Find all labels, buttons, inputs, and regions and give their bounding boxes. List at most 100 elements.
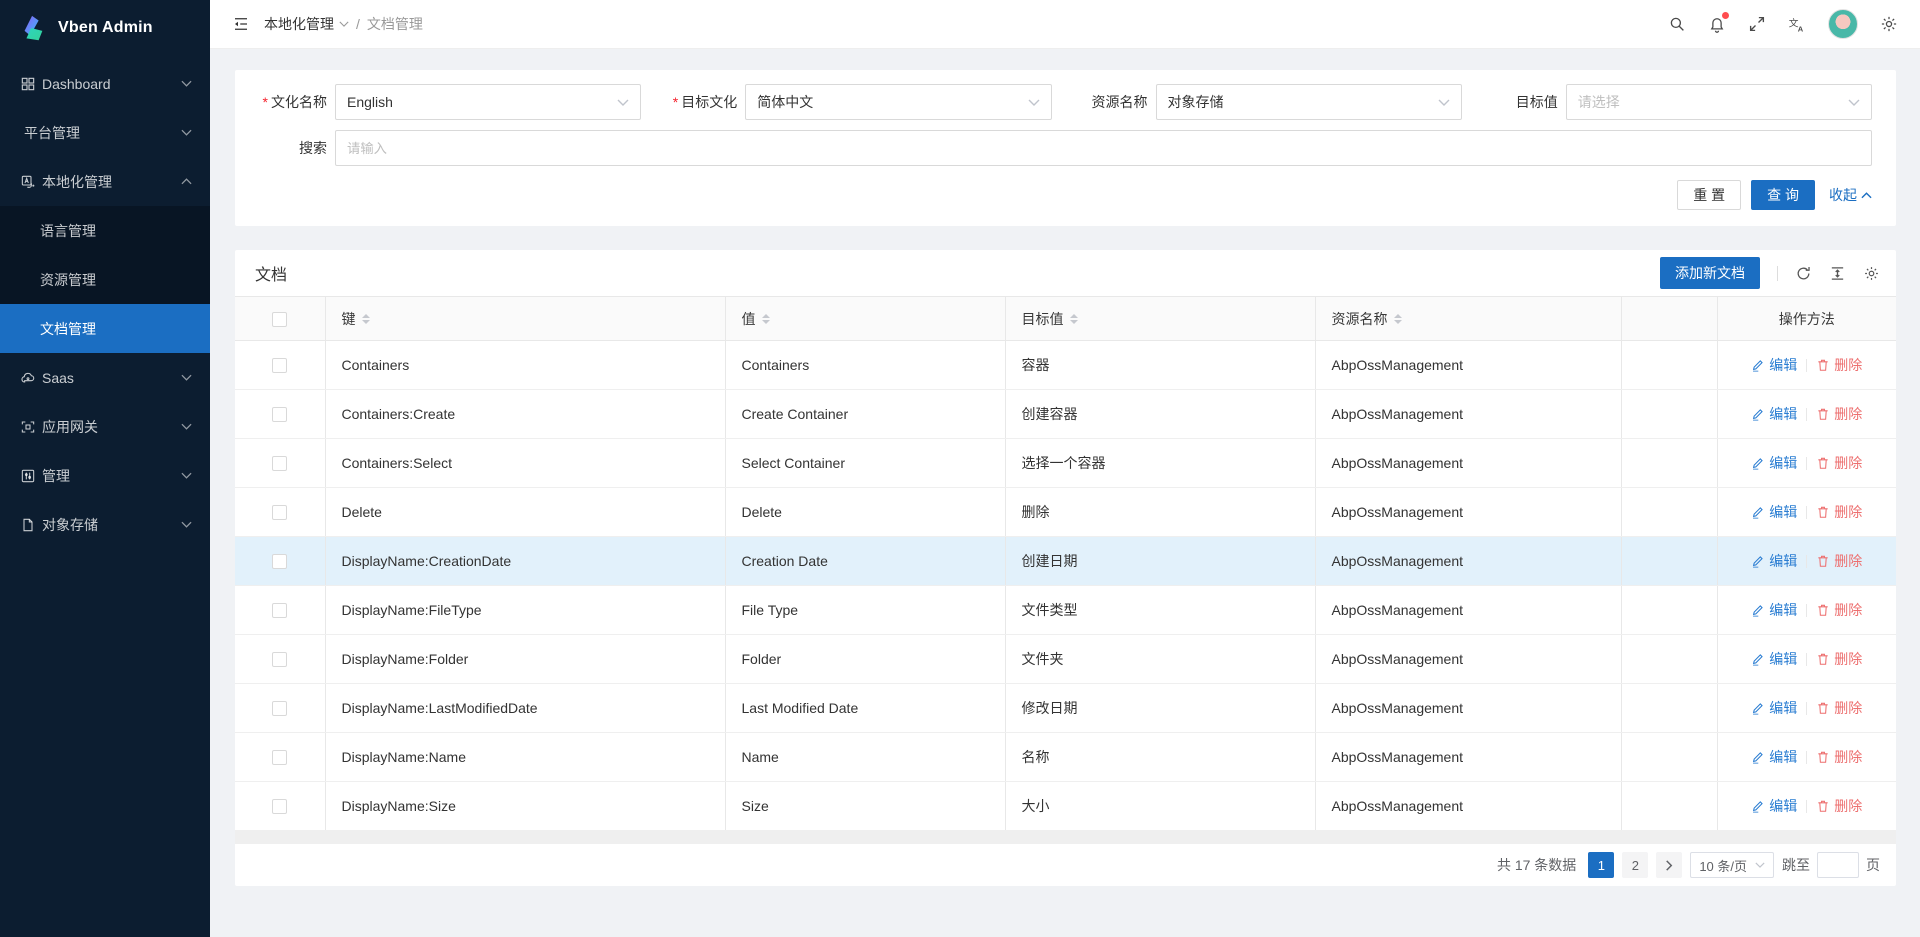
column-header-value[interactable]: 值 <box>725 297 1005 341</box>
horizontal-scrollbar[interactable] <box>235 831 1896 844</box>
edit-button[interactable]: 编辑 <box>1751 698 1797 718</box>
row-checkbox[interactable] <box>272 358 287 373</box>
sidebar-item-management[interactable]: 管理 <box>0 451 210 500</box>
breadcrumb-parent[interactable]: 本地化管理 <box>264 14 349 34</box>
edit-button[interactable]: 编辑 <box>1751 600 1797 620</box>
delete-button[interactable]: 删除 <box>1816 600 1862 620</box>
chevron-up-icon <box>1861 192 1872 199</box>
jump-page-input[interactable] <box>1817 852 1859 878</box>
row-checkbox[interactable] <box>272 505 287 520</box>
select-all-checkbox[interactable] <box>272 312 287 327</box>
table-row[interactable]: DisplayName:Size Size 大小 AbpOssManagemen… <box>235 782 1896 831</box>
cell-target-value: 名称 <box>1005 733 1315 782</box>
column-header-target[interactable]: 目标值 <box>1005 297 1315 341</box>
row-checkbox[interactable] <box>272 456 287 471</box>
delete-button[interactable]: 删除 <box>1816 649 1862 669</box>
pencil-icon <box>1751 456 1765 470</box>
delete-button[interactable]: 删除 <box>1816 796 1862 816</box>
edit-button[interactable]: 编辑 <box>1751 649 1797 669</box>
column-header-resource[interactable]: 资源名称 <box>1315 297 1621 341</box>
trash-icon <box>1816 750 1830 764</box>
search-icon[interactable] <box>1668 15 1686 33</box>
edit-button[interactable]: 编辑 <box>1751 355 1797 375</box>
column-header-key[interactable]: 键 <box>325 297 725 341</box>
page-size-select[interactable]: 10 条/页 <box>1690 852 1774 878</box>
sidebar-item-language-management[interactable]: 语言管理 <box>0 206 210 255</box>
row-checkbox[interactable] <box>272 407 287 422</box>
resource-name-select[interactable]: 对象存储 <box>1156 84 1462 120</box>
edit-button[interactable]: 编辑 <box>1751 453 1797 473</box>
sidebar-item-platform[interactable]: 平台管理 <box>0 108 210 157</box>
settings-gear-icon[interactable] <box>1880 15 1898 33</box>
table-row[interactable]: DisplayName:FileType File Type 文件类型 AbpO… <box>235 586 1896 635</box>
row-height-icon[interactable] <box>1829 265 1846 282</box>
table-row[interactable]: DisplayName:LastModifiedDate Last Modifi… <box>235 684 1896 733</box>
translate-icon[interactable]: 文A <box>1788 15 1806 33</box>
sort-icon[interactable] <box>1394 314 1402 324</box>
required-asterisk: * <box>673 94 678 110</box>
edit-button[interactable]: 编辑 <box>1751 551 1797 571</box>
notification-badge <box>1722 12 1729 19</box>
row-checkbox[interactable] <box>272 701 287 716</box>
table-row[interactable]: Containers:Create Create Container 创建容器 … <box>235 390 1896 439</box>
delete-button[interactable]: 删除 <box>1816 551 1862 571</box>
table-row[interactable]: Delete Delete 删除 AbpOssManagement 编辑 <box>235 488 1896 537</box>
table-row[interactable]: Containers:Select Select Container 选择一个容… <box>235 439 1896 488</box>
edit-button[interactable]: 编辑 <box>1751 502 1797 522</box>
collapse-link[interactable]: 收起 <box>1829 185 1872 205</box>
target-culture-select[interactable]: 简体中文 <box>745 84 1051 120</box>
notification-bell-icon[interactable] <box>1708 15 1726 33</box>
table-row[interactable]: DisplayName:CreationDate Creation Date 创… <box>235 537 1896 586</box>
refresh-icon[interactable] <box>1795 265 1812 282</box>
table-row[interactable]: DisplayName:Folder Folder 文件夹 AbpOssMana… <box>235 635 1896 684</box>
delete-button[interactable]: 删除 <box>1816 453 1862 473</box>
sort-icon[interactable] <box>762 314 770 324</box>
fullscreen-icon[interactable] <box>1748 15 1766 33</box>
add-document-button[interactable]: 添加新文档 <box>1660 257 1760 289</box>
app-logo[interactable]: Vben Admin <box>0 0 210 55</box>
culture-name-select[interactable]: English <box>335 84 641 120</box>
header-actions: 文A <box>1668 9 1898 39</box>
row-checkbox[interactable] <box>272 652 287 667</box>
edit-button[interactable]: 编辑 <box>1751 404 1797 424</box>
cell-value: Name <box>725 733 1005 782</box>
sidebar-item-object-storage[interactable]: 对象存储 <box>0 500 210 549</box>
delete-button[interactable]: 删除 <box>1816 355 1862 375</box>
sidebar-item-saas[interactable]: Saas <box>0 353 210 402</box>
chevron-down-icon <box>617 99 629 106</box>
row-checkbox[interactable] <box>272 603 287 618</box>
sidebar-item-document-management[interactable]: 文档管理 <box>0 304 210 353</box>
search-input[interactable] <box>335 130 1872 166</box>
sidebar-item-dashboard[interactable]: Dashboard <box>0 59 210 108</box>
delete-button[interactable]: 删除 <box>1816 698 1862 718</box>
reset-button[interactable]: 重 置 <box>1677 180 1741 210</box>
column-header-empty <box>1621 297 1717 341</box>
column-settings-gear-icon[interactable] <box>1863 265 1880 282</box>
target-value-select[interactable]: 请选择 <box>1566 84 1872 120</box>
delete-button[interactable]: 删除 <box>1816 747 1862 767</box>
edit-button[interactable]: 编辑 <box>1751 796 1797 816</box>
edit-button[interactable]: 编辑 <box>1751 747 1797 767</box>
page-button-1[interactable]: 1 <box>1588 852 1614 878</box>
cell-value: Containers <box>725 341 1005 390</box>
query-button[interactable]: 查 询 <box>1751 180 1815 210</box>
delete-button[interactable]: 删除 <box>1816 502 1862 522</box>
sidebar-item-resource-management[interactable]: 资源管理 <box>0 255 210 304</box>
next-page-button[interactable] <box>1656 852 1682 878</box>
row-checkbox[interactable] <box>272 750 287 765</box>
row-checkbox[interactable] <box>272 554 287 569</box>
delete-button[interactable]: 删除 <box>1816 404 1862 424</box>
sort-icon[interactable] <box>1070 314 1078 324</box>
table-row[interactable]: DisplayName:Name Name 名称 AbpOssManagemen… <box>235 733 1896 782</box>
sidebar-item-gateway[interactable]: 应用网关 <box>0 402 210 451</box>
row-checkbox[interactable] <box>272 799 287 814</box>
action-divider <box>1806 506 1807 519</box>
filter-panel: *文化名称 English *目标文化 简体中文 资源名称 <box>235 70 1896 226</box>
menu-fold-icon[interactable] <box>232 15 250 33</box>
sidebar-item-localization[interactable]: 本地化管理 <box>0 157 210 206</box>
user-avatar[interactable] <box>1828 9 1858 39</box>
sort-icon[interactable] <box>362 314 370 324</box>
cell-target-value: 文件类型 <box>1005 586 1315 635</box>
table-row[interactable]: Containers Containers 容器 AbpOssManagemen… <box>235 341 1896 390</box>
page-button-2[interactable]: 2 <box>1622 852 1648 878</box>
